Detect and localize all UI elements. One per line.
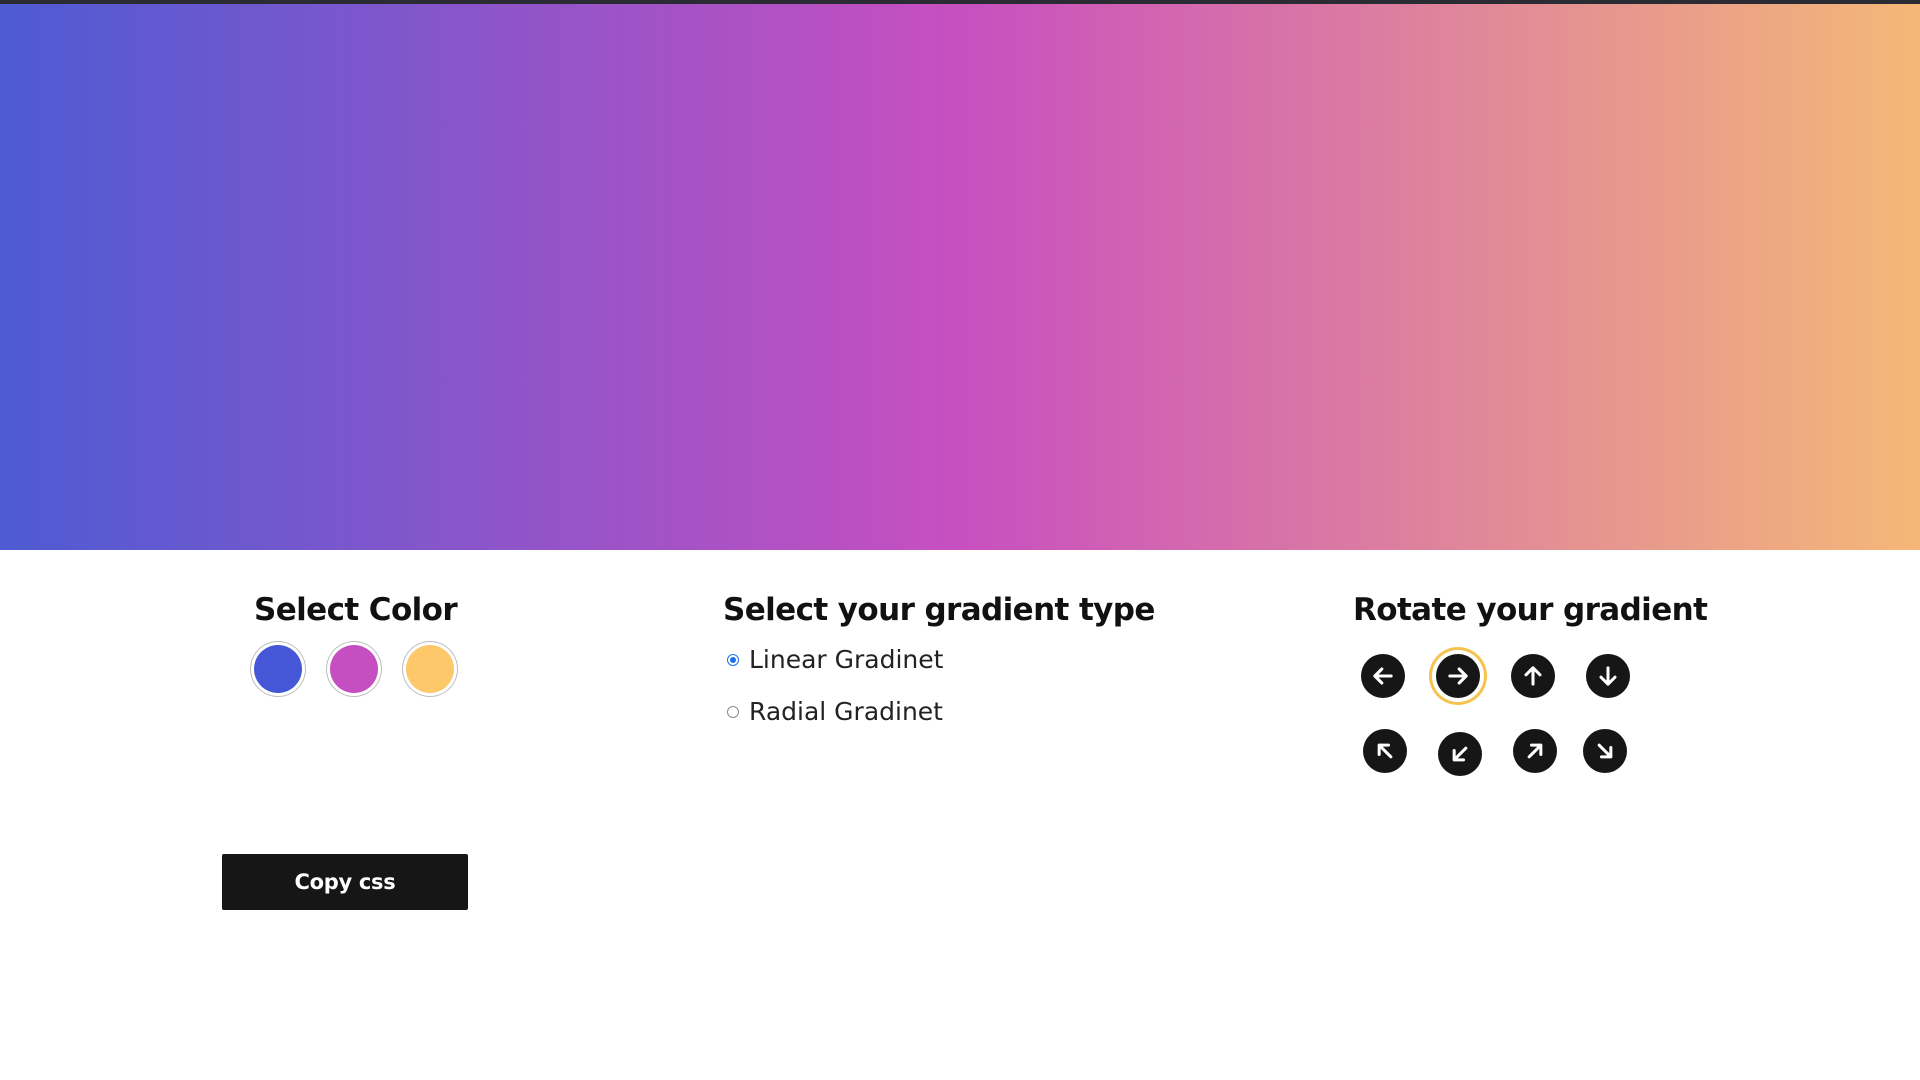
- rotate-left-button[interactable]: [1361, 654, 1405, 698]
- rotate-down-right-button[interactable]: [1583, 729, 1627, 773]
- radial-radio[interactable]: [727, 705, 739, 718]
- radio-option-linear[interactable]: Linear Gradinet: [727, 645, 943, 674]
- arrow-down-right-icon: [1597, 743, 1613, 759]
- arrow-up-right-icon: [1527, 743, 1543, 759]
- rotate-up-left-button[interactable]: [1363, 729, 1407, 773]
- arrow-down-left-icon: [1452, 746, 1468, 762]
- gradient-type-title: Select your gradient type: [723, 592, 1155, 628]
- gradient-preview: [0, 4, 1920, 550]
- copy-css-button[interactable]: Copy css: [222, 854, 468, 910]
- color-swatch-blue[interactable]: [254, 645, 302, 693]
- rotate-down-left-button[interactable]: [1438, 732, 1482, 776]
- arrow-left-icon: [1373, 667, 1393, 685]
- rotate-up-button[interactable]: [1511, 654, 1555, 698]
- color-swatch-magenta[interactable]: [330, 645, 378, 693]
- rotate-title: Rotate your gradient: [1353, 592, 1708, 628]
- arrow-right-icon: [1448, 667, 1468, 685]
- arrow-up-left-icon: [1377, 743, 1393, 759]
- linear-radio[interactable]: [727, 653, 739, 666]
- color-swatch-yellow[interactable]: [406, 645, 454, 693]
- arrow-up-icon: [1524, 666, 1542, 686]
- rotate-right-button[interactable]: [1436, 654, 1480, 698]
- radio-option-radial[interactable]: Radial Gradinet: [727, 697, 943, 726]
- linear-radio-label: Linear Gradinet: [749, 645, 944, 674]
- select-color-title: Select Color: [254, 592, 458, 628]
- rotate-up-right-button[interactable]: [1513, 729, 1557, 773]
- rotate-down-button[interactable]: [1586, 654, 1630, 698]
- radial-radio-label: Radial Gradinet: [749, 697, 943, 726]
- arrow-down-icon: [1599, 666, 1617, 686]
